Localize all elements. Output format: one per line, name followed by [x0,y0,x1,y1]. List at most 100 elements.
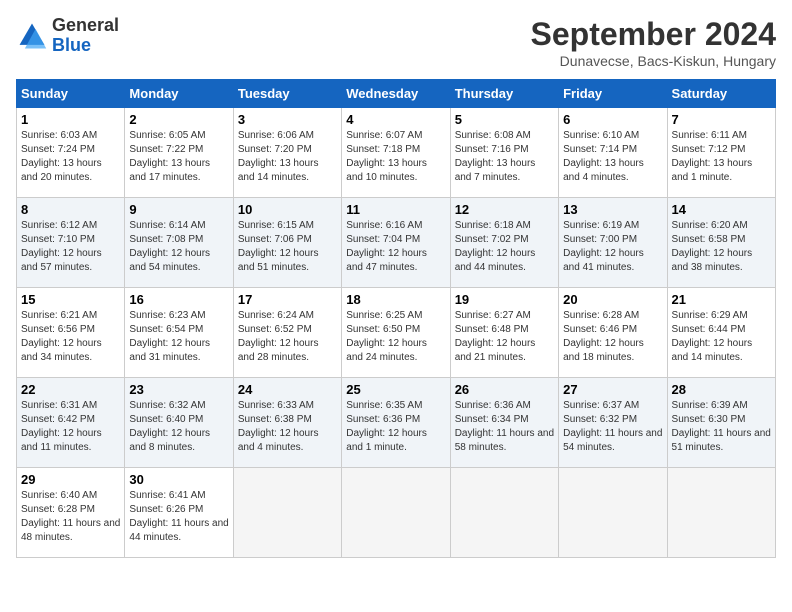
location-subtitle: Dunavecse, Bacs-Kiskun, Hungary [531,53,776,69]
calendar-cell [233,468,341,558]
day-info: Sunrise: 6:36 AM Sunset: 6:34 PM Dayligh… [455,399,554,455]
day-number: 15 [21,292,120,307]
day-info: Sunrise: 6:35 AM Sunset: 6:36 PM Dayligh… [346,399,445,455]
calendar-cell: 26Sunrise: 6:36 AM Sunset: 6:34 PM Dayli… [450,378,558,468]
day-info: Sunrise: 6:16 AM Sunset: 7:04 PM Dayligh… [346,219,445,275]
day-of-week-header: Thursday [450,80,558,108]
day-number: 3 [238,112,337,127]
calendar-cell: 22 Sunrise: 6:31 AM Sunset: 6:42 PM Dayli… [17,378,125,468]
day-number: 12 [455,202,554,217]
day-info: Sunrise: 6:07 AM Sunset: 7:18 PM Dayligh… [346,129,445,185]
day-info: Sunrise: 6:18 AM Sunset: 7:02 PM Dayligh… [455,219,554,275]
calendar-week-row: 22 Sunrise: 6:31 AM Sunset: 6:42 PM Dayli… [17,378,776,468]
month-year-title: September 2024 [531,16,776,53]
day-number: 30 [129,472,228,487]
calendar-cell: 25Sunrise: 6:35 AM Sunset: 6:36 PM Dayli… [342,378,450,468]
day-number: 19 [455,292,554,307]
calendar-cell: 6 Sunrise: 6:10 AM Sunset: 7:14 PM Daylig… [559,108,667,198]
day-number: 29 [21,472,120,487]
calendar-cell [667,468,775,558]
day-number: 24 [238,382,337,397]
calendar-cell: 24 Sunrise: 6:33 AM Sunset: 6:38 PM Dayli… [233,378,341,468]
day-number: 2 [129,112,228,127]
day-number: 27 [563,382,662,397]
calendar-cell: 2 Sunrise: 6:05 AM Sunset: 7:22 PM Daylig… [125,108,233,198]
day-number: 16 [129,292,228,307]
day-number: 23 [129,382,228,397]
calendar-cell: 11Sunrise: 6:16 AM Sunset: 7:04 PM Dayli… [342,198,450,288]
day-number: 18 [346,292,445,307]
calendar-cell: 5Sunrise: 6:08 AM Sunset: 7:16 PM Daylig… [450,108,558,198]
day-number: 28 [672,382,771,397]
day-info: Sunrise: 6:32 AM Sunset: 6:40 PM Dayligh… [129,399,228,455]
calendar-cell: 23 Sunrise: 6:32 AM Sunset: 6:40 PM Dayli… [125,378,233,468]
day-info: Sunrise: 6:24 AM Sunset: 6:52 PM Dayligh… [238,309,337,365]
calendar-cell: 8Sunrise: 6:12 AM Sunset: 7:10 PM Daylig… [17,198,125,288]
calendar-cell: 18 Sunrise: 6:25 AM Sunset: 6:50 PM Dayli… [342,288,450,378]
day-info: Sunrise: 6:21 AM Sunset: 6:56 PM Dayligh… [21,309,120,365]
calendar-cell: 29 Sunrise: 6:40 AM Sunset: 6:28 PM Dayli… [17,468,125,558]
calendar-week-row: 8Sunrise: 6:12 AM Sunset: 7:10 PM Daylig… [17,198,776,288]
day-info: Sunrise: 6:15 AM Sunset: 7:06 PM Dayligh… [238,219,337,275]
day-info: Sunrise: 6:40 AM Sunset: 6:28 PM Dayligh… [21,489,120,545]
day-of-week-header: Saturday [667,80,775,108]
day-info: Sunrise: 6:08 AM Sunset: 7:16 PM Dayligh… [455,129,554,185]
calendar-cell: 13 Sunrise: 6:19 AM Sunset: 7:00 PM Dayli… [559,198,667,288]
day-number: 6 [563,112,662,127]
day-info: Sunrise: 6:05 AM Sunset: 7:22 PM Dayligh… [129,129,228,185]
calendar-cell: 14Sunrise: 6:20 AM Sunset: 6:58 PM Dayli… [667,198,775,288]
day-info: Sunrise: 6:39 AM Sunset: 6:30 PM Dayligh… [672,399,771,455]
day-info: Sunrise: 6:10 AM Sunset: 7:14 PM Dayligh… [563,129,662,185]
day-info: Sunrise: 6:33 AM Sunset: 6:38 PM Dayligh… [238,399,337,455]
day-number: 21 [672,292,771,307]
calendar-cell: 3 Sunrise: 6:06 AM Sunset: 7:20 PM Daylig… [233,108,341,198]
day-info: Sunrise: 6:19 AM Sunset: 7:00 PM Dayligh… [563,219,662,275]
calendar-week-row: 15 Sunrise: 6:21 AM Sunset: 6:56 PM Dayli… [17,288,776,378]
day-of-week-header: Wednesday [342,80,450,108]
day-info: Sunrise: 6:29 AM Sunset: 6:44 PM Dayligh… [672,309,771,365]
day-number: 10 [238,202,337,217]
day-number: 9 [129,202,228,217]
calendar-week-row: 1Sunrise: 6:03 AM Sunset: 7:24 PM Daylig… [17,108,776,198]
page-header: General Blue September 2024 Dunavecse, B… [16,16,776,69]
day-number: 13 [563,202,662,217]
day-of-week-header: Friday [559,80,667,108]
day-info: Sunrise: 6:25 AM Sunset: 6:50 PM Dayligh… [346,309,445,365]
calendar-cell: 9 Sunrise: 6:14 AM Sunset: 7:08 PM Daylig… [125,198,233,288]
calendar-cell: 17Sunrise: 6:24 AM Sunset: 6:52 PM Dayli… [233,288,341,378]
day-of-week-header: Monday [125,80,233,108]
calendar-cell: 7Sunrise: 6:11 AM Sunset: 7:12 PM Daylig… [667,108,775,198]
calendar-cell: 27 Sunrise: 6:37 AM Sunset: 6:32 PM Dayli… [559,378,667,468]
title-block: September 2024 Dunavecse, Bacs-Kiskun, H… [531,16,776,69]
day-info: Sunrise: 6:41 AM Sunset: 6:26 PM Dayligh… [129,489,228,545]
calendar-header-row: SundayMondayTuesdayWednesdayThursdayFrid… [17,80,776,108]
calendar-cell: 30 Sunrise: 6:41 AM Sunset: 6:26 PM Dayli… [125,468,233,558]
logo-icon [16,20,48,52]
calendar-cell: 12 Sunrise: 6:18 AM Sunset: 7:02 PM Dayli… [450,198,558,288]
calendar-table: SundayMondayTuesdayWednesdayThursdayFrid… [16,79,776,558]
day-info: Sunrise: 6:20 AM Sunset: 6:58 PM Dayligh… [672,219,771,275]
day-info: Sunrise: 6:27 AM Sunset: 6:48 PM Dayligh… [455,309,554,365]
day-of-week-header: Tuesday [233,80,341,108]
day-info: Sunrise: 6:06 AM Sunset: 7:20 PM Dayligh… [238,129,337,185]
calendar-cell [450,468,558,558]
day-info: Sunrise: 6:23 AM Sunset: 6:54 PM Dayligh… [129,309,228,365]
calendar-cell: 10 Sunrise: 6:15 AM Sunset: 7:06 PM Dayli… [233,198,341,288]
day-info: Sunrise: 6:11 AM Sunset: 7:12 PM Dayligh… [672,129,771,185]
day-info: Sunrise: 6:14 AM Sunset: 7:08 PM Dayligh… [129,219,228,275]
day-info: Sunrise: 6:28 AM Sunset: 6:46 PM Dayligh… [563,309,662,365]
calendar-cell: 28 Sunrise: 6:39 AM Sunset: 6:30 PM Dayli… [667,378,775,468]
day-info: Sunrise: 6:37 AM Sunset: 6:32 PM Dayligh… [563,399,662,455]
day-number: 20 [563,292,662,307]
day-info: Sunrise: 6:31 AM Sunset: 6:42 PM Dayligh… [21,399,120,455]
calendar-cell: 21 Sunrise: 6:29 AM Sunset: 6:44 PM Dayli… [667,288,775,378]
calendar-cell: 20 Sunrise: 6:28 AM Sunset: 6:46 PM Dayli… [559,288,667,378]
day-of-week-header: Sunday [17,80,125,108]
calendar-cell: 16 Sunrise: 6:23 AM Sunset: 6:54 PM Dayli… [125,288,233,378]
logo-text: General Blue [52,16,119,56]
calendar-cell [342,468,450,558]
day-number: 8 [21,202,120,217]
calendar-cell: 1Sunrise: 6:03 AM Sunset: 7:24 PM Daylig… [17,108,125,198]
day-number: 22 [21,382,120,397]
day-number: 4 [346,112,445,127]
